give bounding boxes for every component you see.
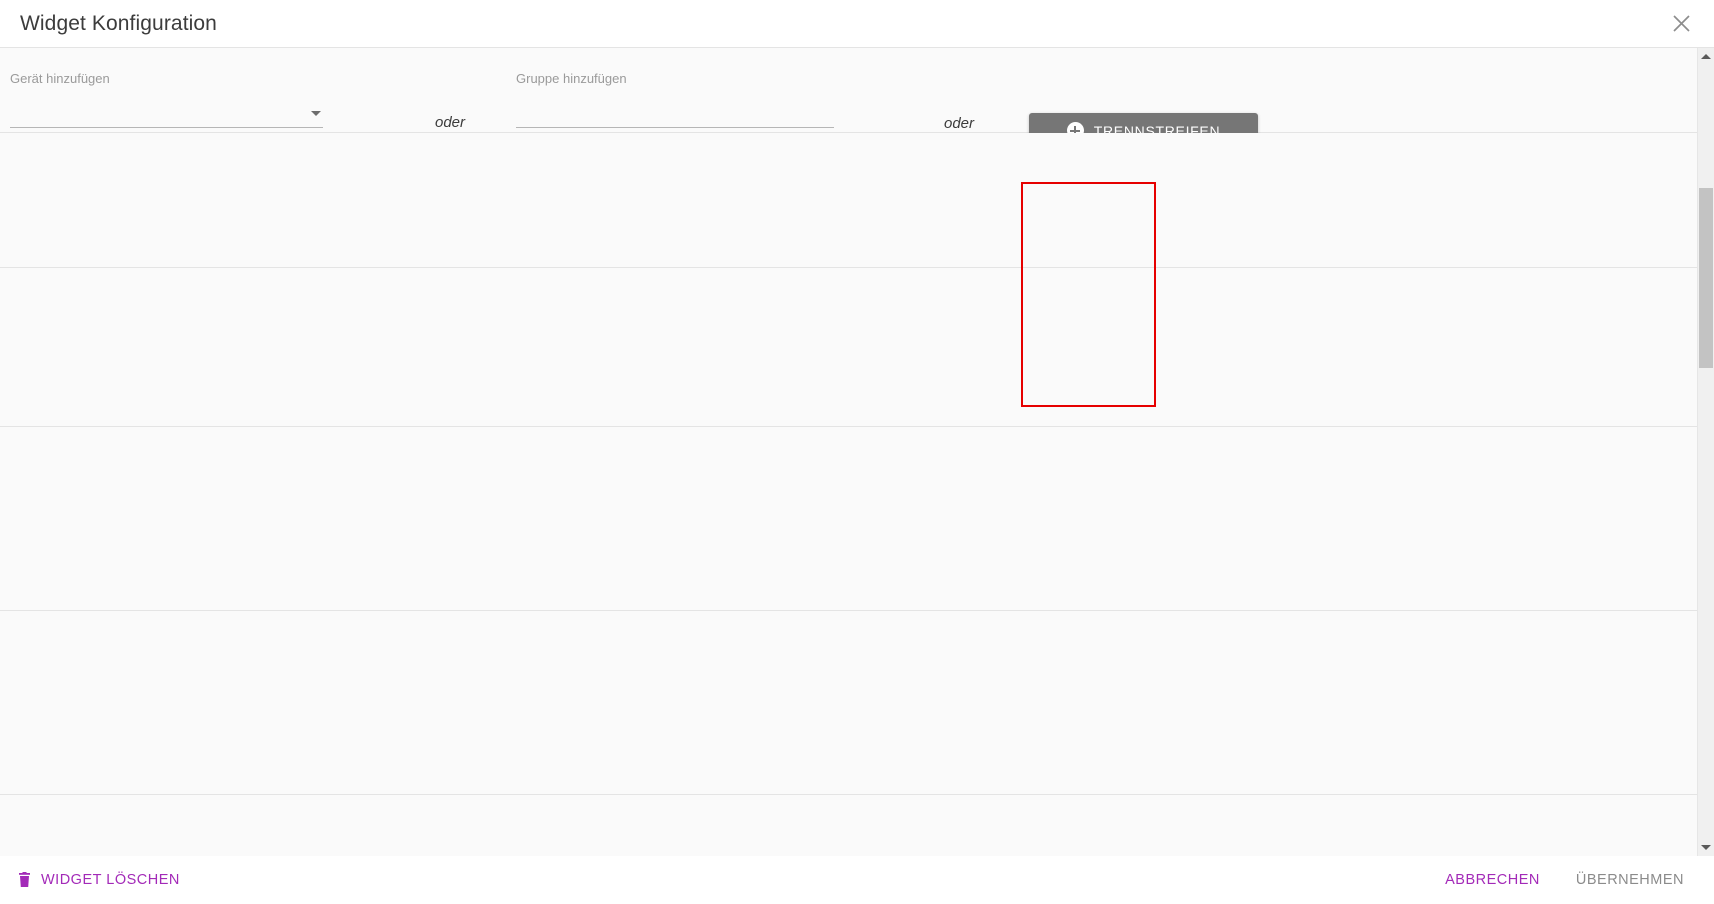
- scroll-content: Gerät hinzufügen oder Gruppe hinzufügen …: [0, 48, 1697, 856]
- footer-actions: ABBRECHEN ÜBERNEHMEN: [1435, 864, 1694, 896]
- scroll-down-arrow-icon[interactable]: [1698, 839, 1714, 856]
- add-group-label: Gruppe hinzufügen: [516, 71, 627, 86]
- delete-widget-button[interactable]: WIDGET LÖSCHEN: [8, 864, 190, 896]
- device-row: Wohnzimmer Bewegungsmelder (Decke) (Bewe…: [0, 427, 1697, 611]
- add-device-label: Gerät hinzufügen: [10, 71, 110, 86]
- vertical-scrollbar[interactable]: [1697, 48, 1714, 856]
- widget-konfiguration-dialog: Widget Konfiguration Gerät hinzufügen od…: [0, 0, 1714, 904]
- cancel-button[interactable]: ABBRECHEN: [1435, 864, 1550, 896]
- apply-button[interactable]: ÜBERNEHMEN: [1566, 864, 1694, 896]
- device-row: Wohnzimmer Bewegungsmelder (Fenster) (Be…: [0, 611, 1697, 795]
- dialog-footer: WIDGET LÖSCHEN ABBRECHEN ÜBERNEHMEN: [0, 856, 1714, 904]
- field-underline: [516, 127, 834, 128]
- trash-icon: [18, 872, 31, 888]
- close-icon[interactable]: [1666, 9, 1696, 39]
- add-entity-bar: Gerät hinzufügen oder Gruppe hinzufügen …: [0, 48, 1697, 148]
- dialog-body: Gerät hinzufügen oder Gruppe hinzufügen …: [0, 47, 1714, 856]
- or-separator-2: oder: [944, 115, 975, 132]
- delete-widget-label: WIDGET LÖSCHEN: [41, 872, 180, 888]
- or-separator-1: oder: [435, 114, 466, 131]
- scrollbar-thumb[interactable]: [1699, 188, 1713, 368]
- device-row: Wohnzimmer Luft-Sensor (Sensor, #47c60e6…: [0, 268, 1697, 695]
- add-group-field[interactable]: Gruppe hinzufügen: [516, 72, 834, 128]
- add-device-field[interactable]: Gerät hinzufügen: [10, 72, 323, 128]
- device-row: Wohnzimmer Heizung (Heizung, #6a4ff9ad-6…: [0, 133, 1697, 408]
- page-title: Widget Konfiguration: [20, 12, 217, 35]
- chevron-down-icon[interactable]: [311, 111, 321, 116]
- scroll-up-arrow-icon[interactable]: [1698, 48, 1714, 65]
- field-underline: [10, 127, 323, 128]
- dialog-titlebar: Widget Konfiguration: [0, 0, 1714, 47]
